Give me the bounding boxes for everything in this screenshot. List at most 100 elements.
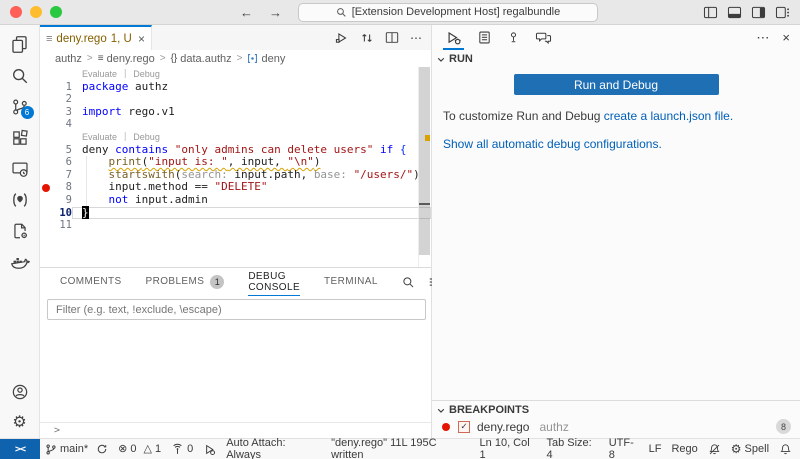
panel-tab-terminal[interactable]: TERMINAL (324, 268, 378, 296)
rego-file-settings-icon[interactable] (0, 215, 40, 246)
debug-status-icon[interactable] (198, 439, 221, 459)
glyph-margin[interactable] (40, 106, 52, 119)
line-number[interactable]: 2 (52, 93, 72, 106)
output-view-icon[interactable] (477, 25, 492, 50)
panel-tab-problems[interactable]: PROBLEMS1 (146, 268, 225, 296)
line-content[interactable]: not input.admin (72, 194, 431, 207)
plug-view-icon[interactable] (507, 25, 520, 50)
glyph-margin[interactable] (40, 169, 52, 182)
line-number[interactable]: 1 (52, 81, 72, 94)
encoding-status[interactable]: UTF-8 (604, 439, 644, 459)
search-view-icon[interactable] (0, 60, 40, 91)
minimize-window-button[interactable] (30, 6, 42, 18)
forward-button[interactable]: → (269, 5, 282, 20)
glyph-margin[interactable] (40, 219, 52, 232)
line-content[interactable]: package authz (72, 81, 431, 94)
indentation-status[interactable]: Tab Size: 4 (541, 439, 603, 459)
line-number[interactable]: 6 (52, 156, 72, 169)
code-line-10[interactable]: 10} (40, 207, 431, 220)
toggle-sidebar-icon[interactable] (703, 6, 718, 19)
panel-tab-comments[interactable]: COMMENTS (60, 268, 122, 296)
code-line-1[interactable]: 1package authz (40, 81, 431, 94)
breadcrumb-folder[interactable]: authz (55, 53, 82, 65)
remote-indicator[interactable]: >< (0, 439, 40, 459)
more-actions-icon[interactable]: ⋯ (410, 31, 422, 45)
cursor-position-status[interactable]: Ln 10, Col 1 (475, 439, 542, 459)
run-section-header[interactable]: RUN (432, 50, 800, 67)
code-line-3[interactable]: 3import rego.v1 (40, 106, 431, 119)
glyph-margin[interactable] (40, 81, 52, 94)
breadcrumb-file[interactable]: ≡ deny.rego (98, 53, 155, 65)
glyph-margin[interactable] (40, 118, 52, 131)
git-branch-status[interactable]: main* (40, 439, 113, 459)
muted-bell-icon[interactable] (703, 439, 726, 459)
breakpoint-glyph-margin[interactable] (40, 181, 52, 194)
comments-view-icon[interactable] (535, 25, 552, 50)
docker-icon[interactable] (0, 246, 40, 277)
line-number[interactable]: 4 (52, 118, 72, 131)
remote-explorer-icon[interactable] (0, 153, 40, 184)
spell-checker-status[interactable]: ⚙ Spell (726, 439, 774, 459)
toggle-secondary-sidebar-icon[interactable] (751, 6, 766, 19)
debug-console-input[interactable]: > (40, 422, 431, 438)
close-sidebar-icon[interactable]: × (782, 30, 790, 45)
code-line-11[interactable]: 11 (40, 219, 431, 232)
scrollbar-slider[interactable] (419, 67, 430, 255)
line-number[interactable]: 10 (52, 207, 72, 220)
settings-gear-icon[interactable]: ⚙ (0, 407, 40, 438)
account-icon[interactable] (0, 376, 40, 407)
breadcrumb-package[interactable]: {} data.authz (171, 53, 232, 65)
line-content[interactable] (72, 219, 431, 232)
views-more-actions-icon[interactable]: ⋯ (756, 30, 769, 46)
line-number[interactable]: 7 (52, 169, 72, 182)
create-launch-json-link[interactable]: create a launch.json file. (604, 109, 733, 123)
panel-filter-icon[interactable] (402, 276, 415, 289)
line-content[interactable] (72, 118, 431, 131)
editor-scrollbar[interactable] (418, 67, 431, 267)
ports-status[interactable]: 0 (166, 439, 198, 459)
debug-console-output[interactable] (40, 320, 431, 422)
command-center-search[interactable]: [Extension Development Host] regalbundle (298, 3, 598, 22)
code-line-4[interactable]: 4 (40, 118, 431, 131)
source-control-icon[interactable]: 6 (0, 91, 40, 122)
glyph-margin[interactable] (40, 156, 52, 169)
language-mode-status[interactable]: Rego (666, 439, 702, 459)
run-and-debug-view-icon[interactable] (445, 25, 462, 50)
glyph-margin[interactable] (40, 93, 52, 106)
line-number[interactable]: 9 (52, 194, 72, 207)
line-number[interactable]: 5 (52, 144, 72, 157)
breakpoint-enabled-checkbox[interactable]: ✓ (458, 421, 470, 433)
auto-attach-status[interactable]: Auto Attach: Always (221, 439, 326, 459)
problems-status[interactable]: ⊗ 0 △ 1 (113, 439, 166, 459)
tab-deny-rego[interactable]: ≡ deny.rego 1, U × (40, 25, 152, 50)
open-changes-icon[interactable] (360, 31, 374, 45)
line-number[interactable]: 11 (52, 219, 72, 232)
glyph-margin[interactable] (40, 194, 52, 207)
line-number[interactable]: 3 (52, 106, 72, 119)
tab-close-icon[interactable]: × (138, 32, 145, 46)
extensions-icon[interactable] (0, 122, 40, 153)
customize-layout-icon[interactable] (775, 6, 790, 19)
close-window-button[interactable] (10, 6, 22, 18)
split-editor-icon[interactable] (385, 31, 399, 44)
debug-console-filter-input[interactable] (47, 299, 426, 320)
explorer-icon[interactable] (0, 29, 40, 60)
line-content[interactable]: import rego.v1 (72, 106, 431, 119)
panel-tab-debug-console[interactable]: DEBUG CONSOLE (248, 268, 300, 296)
eol-status[interactable]: LF (644, 439, 667, 459)
show-all-configurations-link[interactable]: Show all automatic debug configurations. (443, 137, 662, 151)
breakpoints-section-header[interactable]: BREAKPOINTS (432, 401, 800, 418)
toggle-panel-icon[interactable] (727, 6, 742, 19)
maximize-window-button[interactable] (50, 6, 62, 18)
run-evaluate-icon[interactable] (334, 31, 349, 45)
back-button[interactable]: ← (240, 5, 253, 20)
code-editor[interactable]: Evaluate | Debug1package authz23import r… (40, 67, 431, 267)
notifications-bell-icon[interactable] (774, 439, 800, 459)
code-line-9[interactable]: 9 not input.admin (40, 194, 431, 207)
glyph-margin[interactable] (40, 207, 52, 220)
line-number[interactable]: 8 (52, 181, 72, 194)
breakpoint-list-item[interactable]: ✓ deny.rego authz 8 (432, 418, 800, 438)
opa-icon[interactable] (0, 184, 40, 215)
line-content[interactable]: } (72, 207, 431, 220)
run-and-debug-button[interactable]: Run and Debug (514, 74, 719, 95)
